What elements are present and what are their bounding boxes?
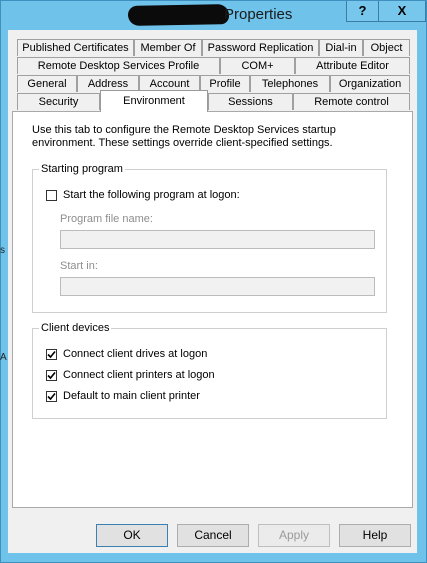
start-in-input[interactable] [60,277,375,296]
environment-panel: Use this tab to configure the Remote Des… [12,111,413,508]
default-printer-label[interactable]: Default to main client printer [63,389,200,403]
question-mark-icon: ? [358,3,367,18]
client-devices-label: Client devices [39,321,112,335]
edge-artifact: s [0,245,5,256]
program-file-name-label: Program file name: [60,213,153,225]
window-title: Properties [224,6,293,23]
tab-sessions[interactable]: Sessions [208,93,293,110]
close-button[interactable]: X [378,1,426,22]
start-program-checkbox-label[interactable]: Start the following program at logon: [63,188,240,202]
tab-password-replication[interactable]: Password Replication [202,39,319,56]
checkmark-icon [47,392,56,401]
connect-printers-label[interactable]: Connect client printers at logon [63,368,215,382]
default-printer-checkbox[interactable] [46,391,57,402]
tab-environment[interactable]: Environment [100,90,208,112]
start-in-label: Start in: [60,260,98,272]
checkmark-icon [47,371,56,380]
tab-com-plus[interactable]: COM+ [220,57,295,74]
apply-button[interactable]: Apply [258,524,330,547]
tab-remote-control[interactable]: Remote control [293,93,410,110]
connect-printers-checkbox[interactable] [46,370,57,381]
connect-drives-checkbox[interactable] [46,349,57,360]
tab-member-of[interactable]: Member Of [134,39,202,56]
tab-published-certificates[interactable]: Published Certificates [17,39,134,56]
cancel-button[interactable]: Cancel [177,524,249,547]
tab-general[interactable]: General [17,75,77,92]
tab-security[interactable]: Security [17,93,100,110]
help-button[interactable]: Help [339,524,411,547]
tab-object[interactable]: Object [363,39,410,56]
checkmark-icon [47,350,56,359]
close-icon: X [397,3,407,18]
help-title-button[interactable]: ? [346,1,379,22]
start-program-checkbox[interactable] [46,190,57,201]
tab-remote-desktop-services-profile[interactable]: Remote Desktop Services Profile [17,57,220,74]
intro-text: Use this tab to configure the Remote Des… [32,124,336,149]
title-bar[interactable]: Properties ? X [1,1,426,31]
tab-dial-in[interactable]: Dial-in [319,39,363,56]
program-file-name-input[interactable] [60,230,375,249]
client-devices-group: Client devices Connect client drives at … [32,321,387,419]
edge-artifact: A [0,352,7,363]
starting-program-group: Starting program Start the following pro… [32,162,387,313]
tab-attribute-editor[interactable]: Attribute Editor [295,57,410,74]
tab-telephones[interactable]: Telephones [250,75,330,92]
starting-program-label: Starting program [39,162,125,176]
tab-organization[interactable]: Organization [330,75,410,92]
ok-button[interactable]: OK [96,524,168,547]
connect-drives-label[interactable]: Connect client drives at logon [63,347,207,361]
redacted-title-mark [127,4,230,26]
